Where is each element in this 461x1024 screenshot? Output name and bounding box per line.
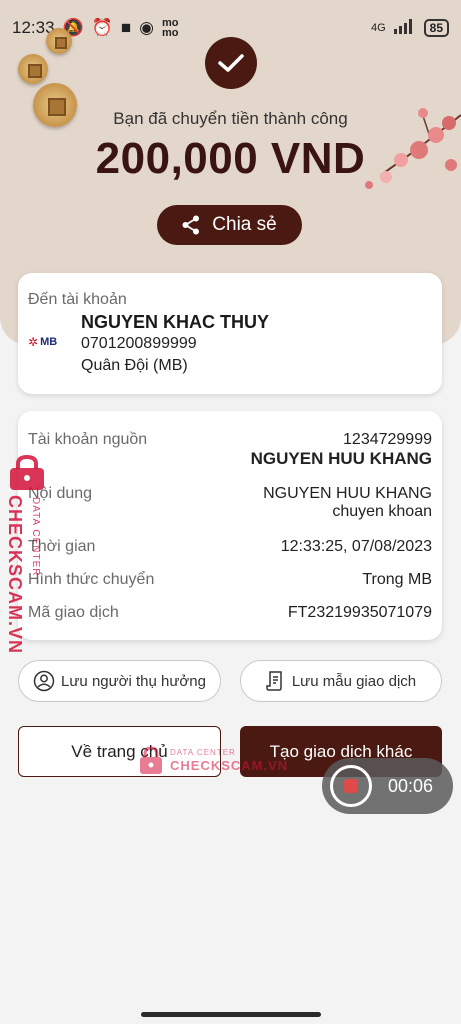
watermark-brand: CHECKSCAM.VN — [5, 495, 25, 655]
source-account-name: NGUYEN HUU KHANG — [250, 449, 432, 468]
watermark-tag: DATA CENTER — [30, 497, 41, 577]
star-icon: ✲ — [28, 335, 39, 349]
recipient-section-label: Đến tài khoản — [28, 291, 127, 308]
video-icon: ■ — [120, 18, 132, 37]
content-line-1: NGUYEN HUU KHANG — [263, 485, 432, 502]
share-label: Chia sẻ — [212, 214, 277, 235]
transaction-details-card: Tài khoản nguồn 1234729999 NGUYEN HUU KH… — [18, 411, 442, 640]
transaction-id-value: FT23219935071079 — [287, 604, 432, 621]
coin-decoration — [18, 54, 48, 84]
user-circle-icon — [33, 670, 55, 692]
network-type: 4G — [370, 22, 386, 34]
lock-icon — [140, 746, 162, 774]
success-check-icon — [205, 37, 257, 89]
transaction-id-row: Mã giao dịch FT23219935071079 — [28, 604, 432, 622]
bank-logo-text: MB — [40, 336, 58, 348]
checkscam-watermark-center: DATA CENTER CHECKSCAM.VN — [138, 744, 298, 778]
recording-timer: 00:06 — [388, 775, 434, 796]
momo-icon: mo mo — [162, 17, 179, 39]
transfer-amount: 200,000 VND — [95, 134, 366, 183]
success-message: Bạn đã chuyển tiền thành công — [113, 109, 348, 128]
method-row: Hình thức chuyển Trong MB — [28, 571, 432, 589]
screen-recorder-widget[interactable]: 00:06 — [322, 758, 453, 814]
watermark-center-tag: DATA CENTER — [170, 748, 236, 757]
time-value: 12:33:25, 07/08/2023 — [280, 538, 432, 555]
save-recipient-label: Lưu người thụ hưởng — [61, 672, 206, 690]
recipient-card: Đến tài khoản ✲ MB NGUYEN KHAC THUY 0701… — [18, 273, 442, 394]
source-account-row: Tài khoản nguồn 1234729999 NGUYEN HUU KH… — [28, 431, 432, 469]
share-button[interactable]: Chia sẻ — [157, 205, 302, 245]
checkscam-watermark: CHECKSCAM.VN DATA CENTER — [4, 455, 50, 654]
content-line-2: chuyen khoan — [332, 503, 432, 520]
time-row: Thời gian 12:33:25, 07/08/2023 — [28, 538, 432, 556]
battery-icon: 85 — [423, 19, 449, 37]
content-row: Nội dung NGUYEN HUU KHANG chuyen khoan — [28, 485, 432, 521]
save-template-button[interactable]: Lưu mẫu giao dịch — [240, 660, 442, 702]
signal-icon — [393, 18, 416, 39]
document-icon — [266, 671, 282, 691]
mb-bank-logo: ✲ MB — [28, 335, 57, 349]
save-recipient-button[interactable]: Lưu người thụ hưởng — [18, 660, 221, 702]
watermark-center-brand: CHECKSCAM.VN — [170, 758, 289, 773]
save-template-label: Lưu mẫu giao dịch — [291, 672, 417, 690]
home-indicator[interactable] — [141, 1012, 321, 1017]
recipient-account: 0701200899999 — [81, 335, 197, 352]
share-icon — [182, 215, 200, 235]
recipient-bank: Quân Đội (MB) — [81, 357, 188, 374]
lock-icon — [10, 455, 44, 490]
source-account-number: 1234729999 — [343, 431, 432, 448]
record-stop-icon[interactable] — [330, 765, 372, 807]
recipient-name: NGUYEN KHAC THUY — [81, 312, 270, 332]
alarm-icon: ⏰ — [91, 18, 113, 37]
coin-decoration — [46, 28, 72, 54]
messenger-icon: ◉ — [139, 18, 155, 37]
method-value: Trong MB — [362, 571, 432, 588]
